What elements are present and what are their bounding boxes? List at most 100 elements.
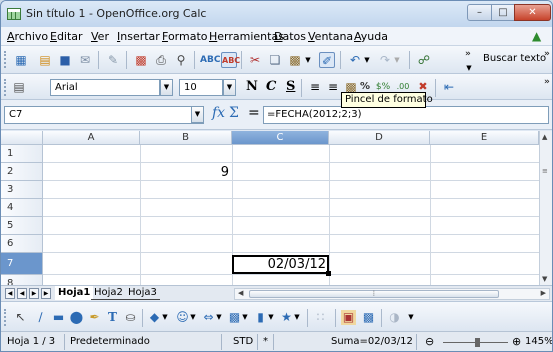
email-icon[interactable]: ✉	[77, 52, 93, 68]
menu-datos[interactable]: Datos	[274, 30, 306, 43]
status-selection-mode[interactable]: STD	[233, 336, 253, 347]
menu-ver[interactable]: Ver	[91, 30, 109, 43]
underline-button[interactable]: S	[286, 79, 295, 94]
row-header-6[interactable]: 6	[1, 235, 43, 253]
ellipse-icon[interactable]: ⬤	[69, 310, 84, 325]
row-header-2[interactable]: 2	[1, 163, 43, 181]
menu-herramientas[interactable]: Herramientas	[209, 30, 284, 43]
column-header-d[interactable]: D	[329, 131, 430, 145]
cell-b2[interactable]: 9	[140, 165, 229, 180]
status-sum[interactable]: Suma=02/03/12	[331, 336, 413, 347]
horizontal-scroll-thumb[interactable]: ⋮	[249, 290, 499, 298]
points-icon[interactable]: ∷	[313, 310, 328, 325]
vertical-scrollbar[interactable]: ▲ ≡ ▼	[539, 131, 552, 285]
menu-formato[interactable]: Formato	[162, 30, 208, 43]
maximize-button[interactable]: □	[491, 4, 515, 21]
line-icon[interactable]: ∕	[33, 310, 48, 325]
format-paintbrush-icon[interactable]: ✐	[319, 52, 335, 68]
select-pointer-icon[interactable]: ↖	[13, 310, 28, 325]
sheet-tab-hoja2[interactable]: Hoja2	[91, 286, 126, 300]
print-preview-icon[interactable]: ⚲	[173, 52, 189, 68]
block-arrows-icon[interactable]: ⇔	[201, 310, 216, 325]
select-all-corner[interactable]	[1, 131, 43, 145]
copy-icon[interactable]: ❏	[267, 52, 283, 68]
freeform-icon[interactable]: ✒	[87, 310, 102, 325]
row-header-1[interactable]: 1	[1, 145, 43, 163]
autospellcheck-icon[interactable]: ABC	[221, 52, 240, 68]
hyperlink-icon[interactable]: ☍	[416, 52, 432, 68]
flowchart-icon[interactable]: ▩	[227, 310, 242, 325]
row-header-5[interactable]: 5	[1, 217, 43, 235]
toolbar-grip[interactable]	[4, 79, 7, 96]
formula-input[interactable]: =FECHA(2012;2;3)	[263, 106, 549, 124]
minimize-button[interactable]: –	[467, 4, 492, 21]
rectangle-icon[interactable]: ▬	[51, 310, 66, 325]
italic-button[interactable]: C	[266, 79, 276, 94]
open-icon[interactable]: ▤	[37, 52, 53, 68]
fontwork-icon[interactable]: ▣	[341, 310, 356, 325]
menu-insertar[interactable]: Insertar	[117, 30, 160, 43]
new-document-icon[interactable]: ▦	[13, 52, 29, 68]
scroll-down-icon[interactable]: ▼	[542, 275, 547, 283]
cell-c7[interactable]: 02/03/12	[232, 257, 326, 272]
scroll-left-icon[interactable]: ◀	[238, 289, 243, 297]
callout-icon[interactable]: ⛀	[123, 310, 138, 325]
function-equals-icon[interactable]: =	[248, 105, 260, 121]
menu-ventana[interactable]: Ventana	[308, 30, 353, 43]
next-sheet-icon[interactable]: ▶	[29, 288, 39, 299]
redo-icon[interactable]: ↷	[377, 52, 393, 68]
document-close-icon[interactable]: ▲	[532, 30, 546, 43]
row-header-4[interactable]: 4	[1, 199, 43, 217]
sum-icon[interactable]: Σ	[229, 105, 239, 121]
spreadsheet-grid[interactable]: A B C D E 1 2 3 4 5 6 7 8 9 02/03/12	[1, 131, 539, 285]
symbol-shapes-dropdown-icon[interactable]: ▼	[189, 310, 197, 325]
last-sheet-icon[interactable]: ▶	[41, 288, 51, 299]
row-header-8[interactable]: 8	[1, 275, 43, 285]
font-size-dropdown-icon[interactable]: ▼	[223, 79, 236, 96]
basic-shapes-icon[interactable]: ◆	[147, 310, 162, 325]
menu-editar[interactable]: Editar	[50, 30, 83, 43]
text-icon[interactable]: T	[105, 310, 120, 325]
name-box[interactable]: C7	[4, 106, 204, 124]
undo-dropdown-icon[interactable]: ▼	[363, 52, 371, 68]
prev-sheet-icon[interactable]: ◀	[17, 288, 27, 299]
find-toolbar-overflow-icon[interactable]: »	[544, 49, 550, 59]
scroll-grip-icon[interactable]: ≡	[542, 167, 548, 175]
print-icon[interactable]: ⎙	[153, 52, 169, 68]
undo-icon[interactable]: ↶	[347, 52, 363, 68]
redo-dropdown-icon[interactable]: ▼	[393, 52, 401, 68]
callouts-icon[interactable]: ▮	[253, 310, 268, 325]
sheet-tab-hoja3[interactable]: Hoja3	[125, 286, 160, 300]
zoom-in-icon[interactable]: ⊕	[512, 335, 521, 348]
horizontal-scrollbar[interactable]: ◀ ⋮ ▶	[234, 288, 550, 300]
font-size-input[interactable]: 10	[179, 79, 223, 96]
flowchart-dropdown-icon[interactable]: ▼	[241, 310, 249, 325]
column-header-a[interactable]: A	[43, 131, 140, 145]
zoom-slider-thumb[interactable]	[475, 338, 480, 347]
basic-shapes-dropdown-icon[interactable]: ▼	[161, 310, 169, 325]
align-left-icon[interactable]: ≡	[307, 79, 323, 95]
decrease-indent-icon[interactable]: ⇤	[441, 79, 457, 95]
drawing-toolbar-options-icon[interactable]: ▼	[407, 310, 415, 325]
cut-icon[interactable]: ✂	[247, 52, 263, 68]
zoom-out-icon[interactable]: ⊖	[425, 335, 434, 348]
first-sheet-icon[interactable]: ◀	[5, 288, 15, 299]
column-header-c[interactable]: C	[232, 131, 329, 145]
align-center-icon[interactable]: ≡	[325, 79, 341, 95]
status-zoom[interactable]: 145%	[525, 336, 552, 347]
column-header-e[interactable]: E	[430, 131, 539, 145]
edit-file-icon[interactable]: ✎	[105, 52, 121, 68]
status-page-style[interactable]: Predeterminado	[70, 336, 150, 347]
paste-icon[interactable]: ▩	[287, 52, 303, 68]
extrusion-icon[interactable]: ◑	[387, 310, 402, 325]
row-header-3[interactable]: 3	[1, 181, 43, 199]
from-file-icon[interactable]: ▩	[361, 310, 376, 325]
export-pdf-icon[interactable]: ▩	[133, 52, 149, 68]
menu-archivo[interactable]: Archivo	[7, 30, 48, 43]
column-header-b[interactable]: B	[140, 131, 232, 145]
row-header-7[interactable]: 7	[1, 253, 43, 275]
spellcheck-icon[interactable]: ABC	[200, 52, 220, 68]
stars-dropdown-icon[interactable]: ▼	[293, 310, 301, 325]
find-text-label[interactable]: Buscar texto	[483, 53, 546, 64]
toolbar-grip[interactable]	[4, 51, 7, 68]
